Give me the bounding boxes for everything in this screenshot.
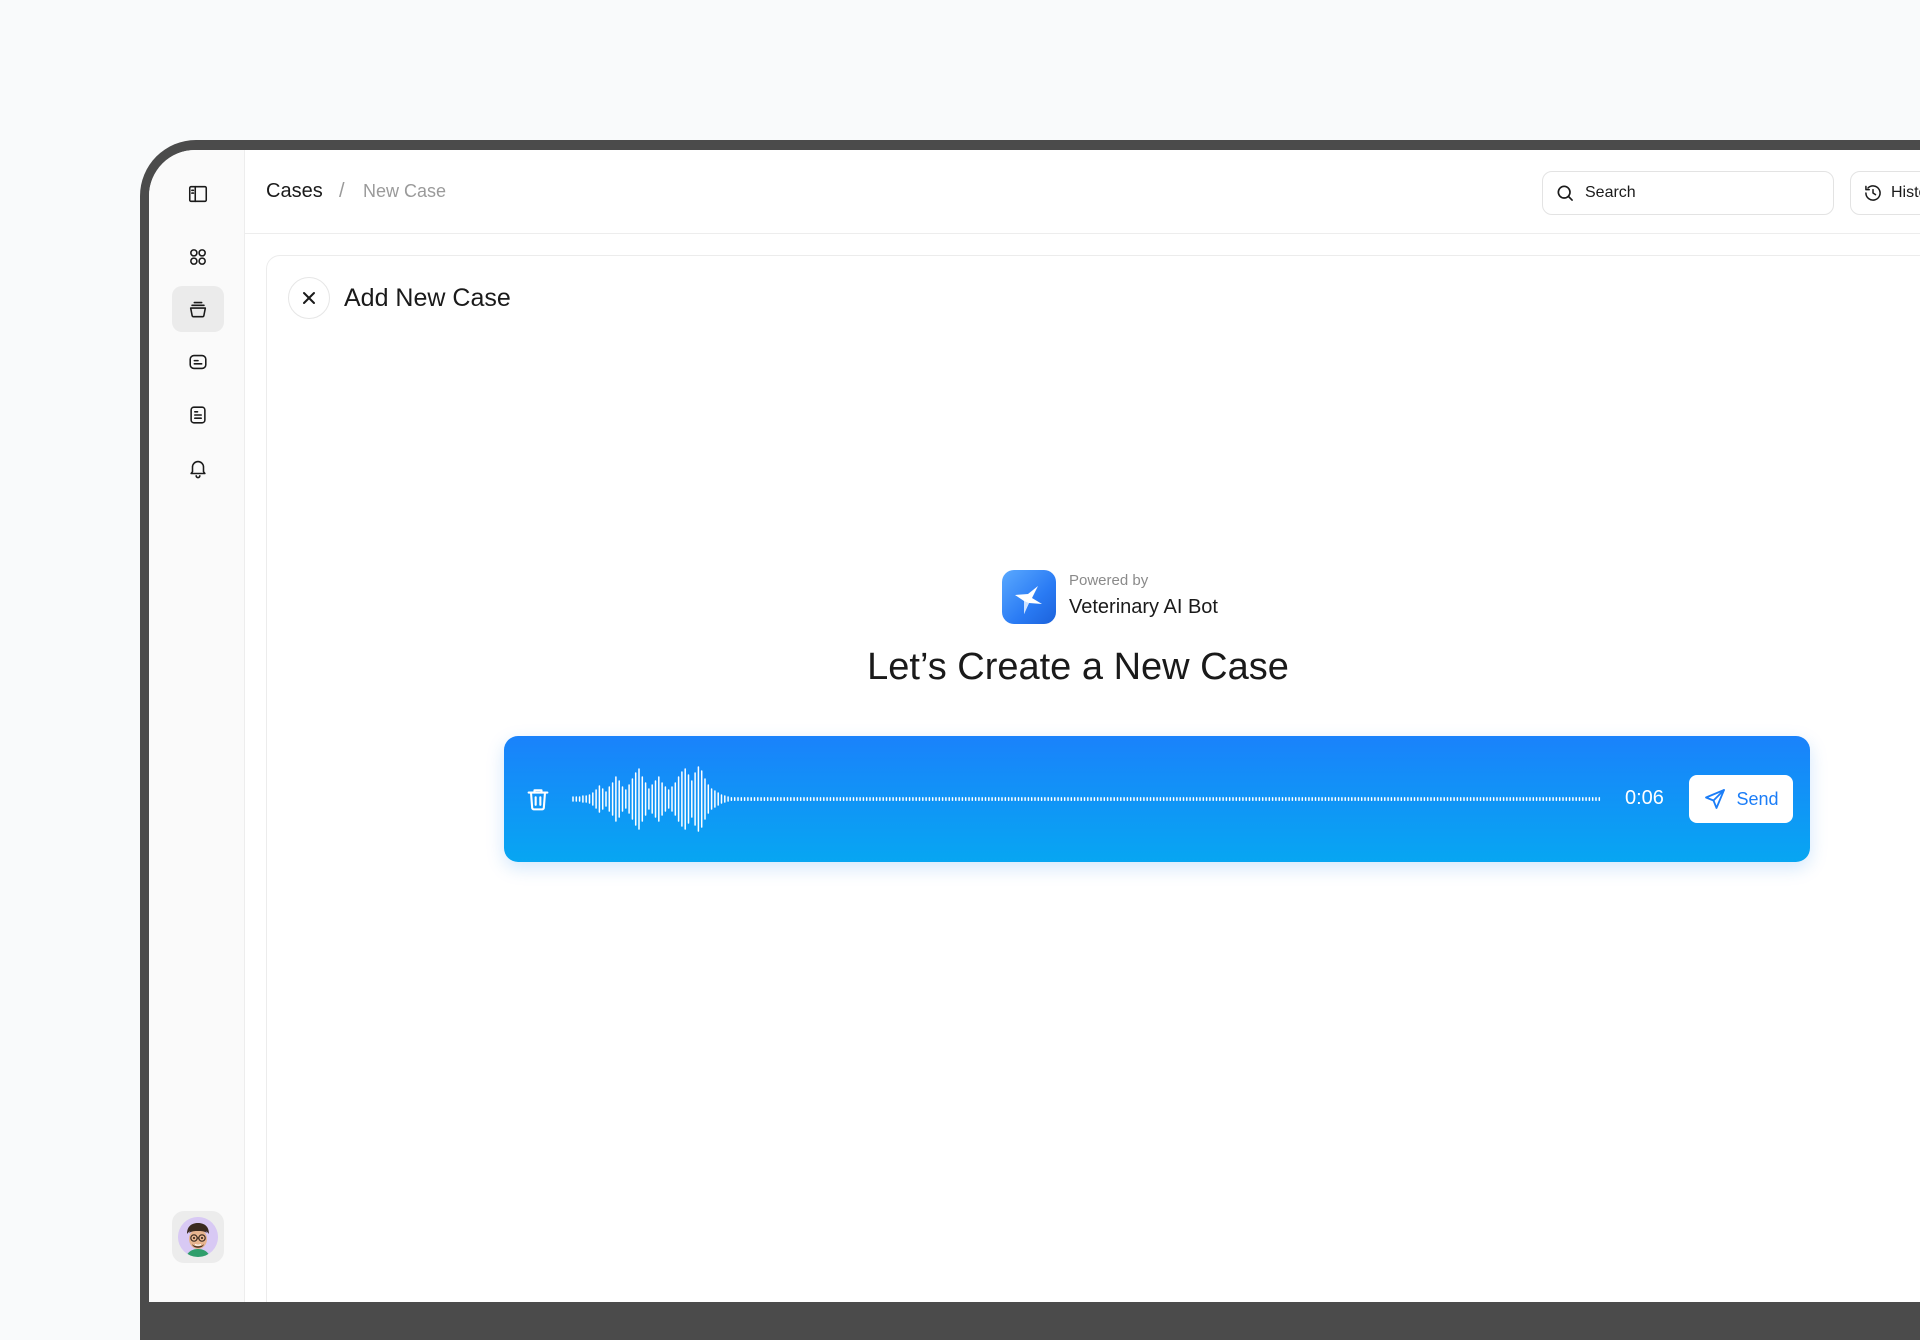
document-icon [190,406,206,424]
history-label: History [1891,184,1920,201]
powered-by-name: Veterinary AI Bot [1069,596,1218,618]
send-button[interactable]: Send [1689,775,1793,823]
search-input[interactable]: Search [1542,171,1834,215]
panel-toggle-icon [188,185,208,203]
sparkle-icon [1015,586,1042,614]
voice-recorder: 0:06 Send [504,736,1810,862]
breadcrumb-separator: / [339,180,345,202]
history-icon [1865,185,1881,201]
close-icon [303,292,315,304]
breadcrumb-cases-link[interactable]: Cases [266,180,323,203]
sidebar [149,150,245,1302]
delete-recording-button[interactable] [524,785,552,813]
recording-duration: 0:06 [1625,787,1664,809]
ai-bot-logo [1002,570,1056,624]
sidebar-item-cases[interactable] [172,286,224,332]
grid-icon [190,249,206,265]
memoji-avatar-icon [178,1217,218,1257]
sidebar-toggle-button[interactable] [172,171,224,217]
pet-bowl-icon [189,301,207,318]
user-avatar-button[interactable] [172,1211,224,1263]
close-button[interactable] [288,277,330,319]
page-title: Add New Case [344,284,511,312]
waveform[interactable] [572,766,1602,832]
powered-by-badge: Powered by Veterinary AI Bot [1002,568,1322,624]
avatar [178,1217,218,1257]
powered-by-label: Powered by [1069,572,1149,589]
search-placeholder: Search [1585,184,1636,201]
history-button[interactable]: History [1850,171,1920,215]
chat-icon [189,354,207,370]
hero-headline: Let’s Create a New Case [867,646,1289,688]
trash-icon [527,789,549,811]
bell-icon [190,460,206,479]
sidebar-item-messages[interactable] [172,339,224,385]
app-screen: Cases / New Case Search History Add New … [149,150,1920,1302]
search-icon [1557,185,1573,201]
sidebar-item-dashboard[interactable] [172,234,224,280]
new-case-card: Add New Case Powered by Veterinary AI Bo… [266,255,1920,1302]
sidebar-item-notifications[interactable] [172,445,224,491]
breadcrumb-current: New Case [363,181,447,201]
sidebar-item-documents[interactable] [172,392,224,438]
send-label: Send [1736,788,1779,809]
send-icon [1705,789,1726,809]
top-bar: Cases / New Case Search History [245,150,1920,234]
